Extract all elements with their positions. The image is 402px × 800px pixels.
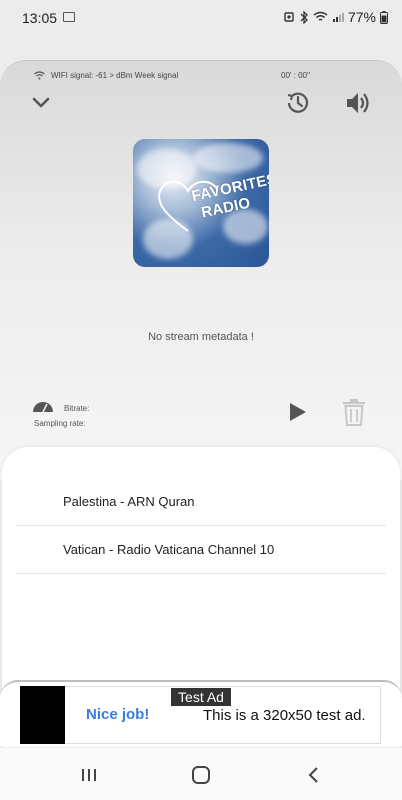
station-name: Vatican - Radio Vaticana Channel 10 <box>63 542 275 557</box>
wifi-icon <box>313 11 328 21</box>
status-icons: 77% <box>283 9 388 25</box>
stream-metadata: No stream metadata ! <box>148 331 254 343</box>
system-nav-bar <box>0 748 402 800</box>
wifi-signal-text: WIFI signal: -61 > dBm Week signal <box>51 71 179 80</box>
bitrate-label: Bitrate: <box>64 404 90 413</box>
recents-icon[interactable] <box>80 768 98 782</box>
status-time: 13:05 <box>22 10 58 26</box>
cell-signal-icon <box>332 13 344 22</box>
delete-button[interactable] <box>342 398 366 426</box>
speedometer-icon <box>33 402 53 413</box>
home-icon[interactable] <box>192 766 210 784</box>
ad-headline[interactable]: Nice job! <box>86 706 149 723</box>
timer-text: 00' : 00'' <box>281 71 311 80</box>
status-bar: 13:05 77% <box>0 0 402 36</box>
station-name: Palestina - ARN Quran <box>63 494 195 509</box>
sampling-rate-label: Sampling rate: <box>34 419 86 428</box>
ad-image <box>20 686 65 744</box>
volume-icon[interactable] <box>344 90 372 116</box>
battery-icon <box>380 10 388 24</box>
play-button[interactable] <box>288 401 308 423</box>
back-icon[interactable] <box>306 766 320 784</box>
ad-label: Test Ad <box>171 688 231 706</box>
battery-percent: 77% <box>347 9 376 25</box>
list-item[interactable]: Palestina - ARN Quran <box>16 478 386 526</box>
wifi-small-icon <box>34 71 45 80</box>
alarm-icon <box>284 12 294 22</box>
list-item[interactable]: Vatican - Radio Vaticana Channel 10 <box>16 526 386 574</box>
wifi-signal-row: WIFI signal: -61 > dBm Week signal <box>34 71 178 80</box>
bluetooth-icon <box>300 10 308 24</box>
chevron-down-icon[interactable] <box>30 91 52 113</box>
ad-body-text: This is a 320x50 test ad. <box>203 707 366 724</box>
gallery-icon <box>63 12 75 22</box>
player-panel: WIFI signal: -61 > dBm Week signal 00' :… <box>0 60 402 480</box>
station-cover-art: FAVORITES RADIO <box>133 139 269 267</box>
sleep-timer-icon[interactable] <box>284 89 312 117</box>
